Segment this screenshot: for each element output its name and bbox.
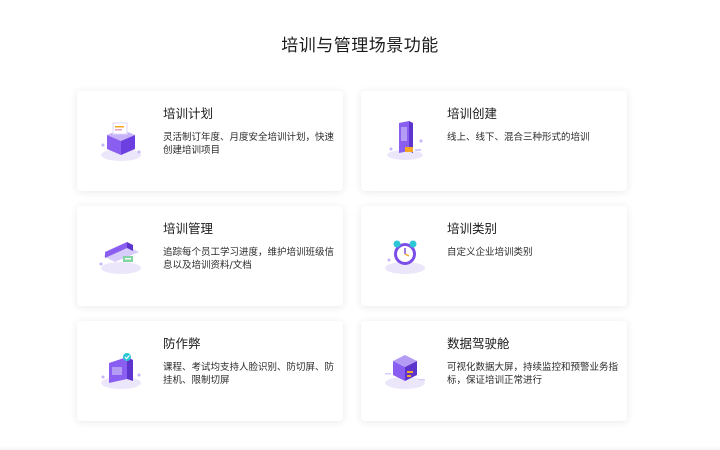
feature-card-data-cockpit[interactable]: 数据驾驶舱 可视化数据大屏，持续监控和预警业务指标，保证培训正常进行 xyxy=(361,321,627,421)
card-description: 灵活制订年度、月度安全培训计划，快速创建培训项目 xyxy=(163,132,335,156)
cube-icon xyxy=(381,349,429,393)
card-description: 线上、线下、混合三种形式的培训 xyxy=(447,132,590,143)
card-title: 防作弊 xyxy=(163,336,201,351)
feature-card-training-create[interactable]: 培训创建 线上、线下、混合三种形式的培训 xyxy=(361,91,627,191)
clock-icon xyxy=(381,234,429,278)
feature-card-training-plan[interactable]: 培训计划 灵活制订年度、月度安全培训计划，快速创建培训项目 xyxy=(77,91,343,191)
feature-card-anti-cheat[interactable]: 防作弊 课程、考试均支持人脸识别、防切屏、防挂机、限制切屏 xyxy=(77,321,343,421)
feature-card-training-manage[interactable]: 培训管理 追踪每个员工学习进度，维护培训班级信息以及培训资料/文档 xyxy=(77,206,343,306)
phone-icon xyxy=(381,119,429,163)
card-description: 可视化数据大屏，持续监控和预警业务指标，保证培训正常进行 xyxy=(447,362,619,386)
feature-card-training-category[interactable]: 培训类别 自定义企业培训类别 xyxy=(361,206,627,306)
card-description: 课程、考试均支持人脸识别、防切屏、防挂机、限制切屏 xyxy=(163,362,335,386)
card-description: 追踪每个员工学习进度，维护培训班级信息以及培训资料/文档 xyxy=(163,247,335,271)
card-title: 培训类别 xyxy=(447,221,498,236)
card-title: 培训创建 xyxy=(447,106,498,121)
card-title: 培训计划 xyxy=(163,106,214,121)
card-icon xyxy=(97,234,145,278)
card-description: 自定义企业培训类别 xyxy=(447,247,533,258)
shield-icon xyxy=(97,349,145,393)
card-title: 培训管理 xyxy=(163,221,214,236)
bottom-divider xyxy=(0,446,720,450)
page-title: 培训与管理场景功能 xyxy=(281,36,439,56)
card-title: 数据驾驶舱 xyxy=(447,336,510,351)
page: 培训与管理场景功能 培训计划 灵活制订年度、月度安全培训计划，快速创建培训项目 xyxy=(0,0,720,450)
box-icon xyxy=(97,119,145,163)
feature-grid: 培训计划 灵活制订年度、月度安全培训计划，快速创建培训项目 培训创建 线上、线下… xyxy=(77,91,627,421)
